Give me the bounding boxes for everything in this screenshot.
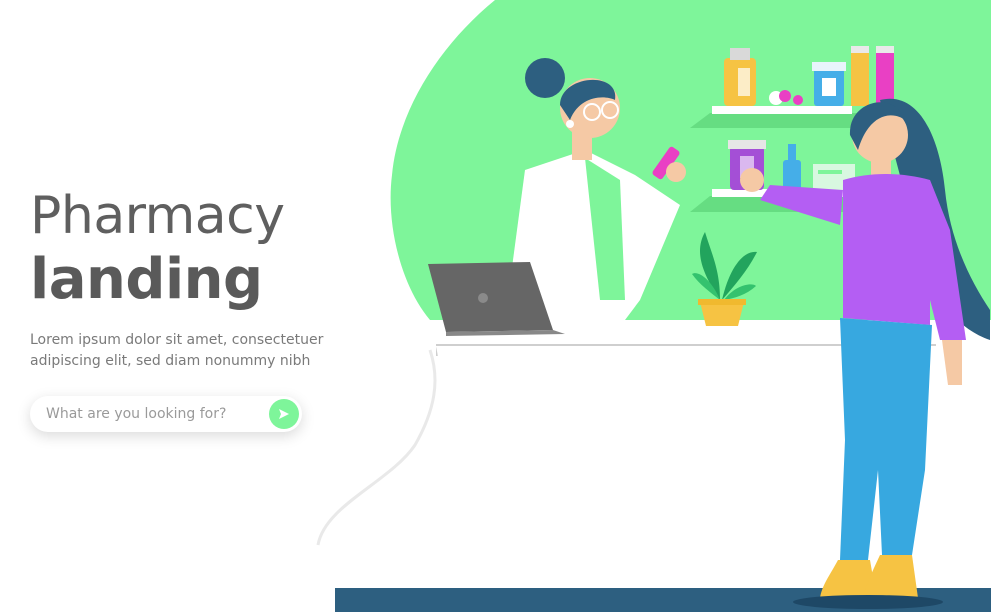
search-bar [30,396,302,432]
page-title: Pharmacy [30,186,285,246]
page-title-bold: landing [30,247,263,312]
search-submit-button[interactable] [269,399,299,429]
send-arrow-icon [279,409,289,419]
search-input[interactable] [30,405,263,423]
hero-description: Lorem ipsum dolor sit amet, consectetuer… [30,332,324,369]
hero-text: Pharmacy landing Lorem ipsum dolor sit a… [30,190,350,372]
